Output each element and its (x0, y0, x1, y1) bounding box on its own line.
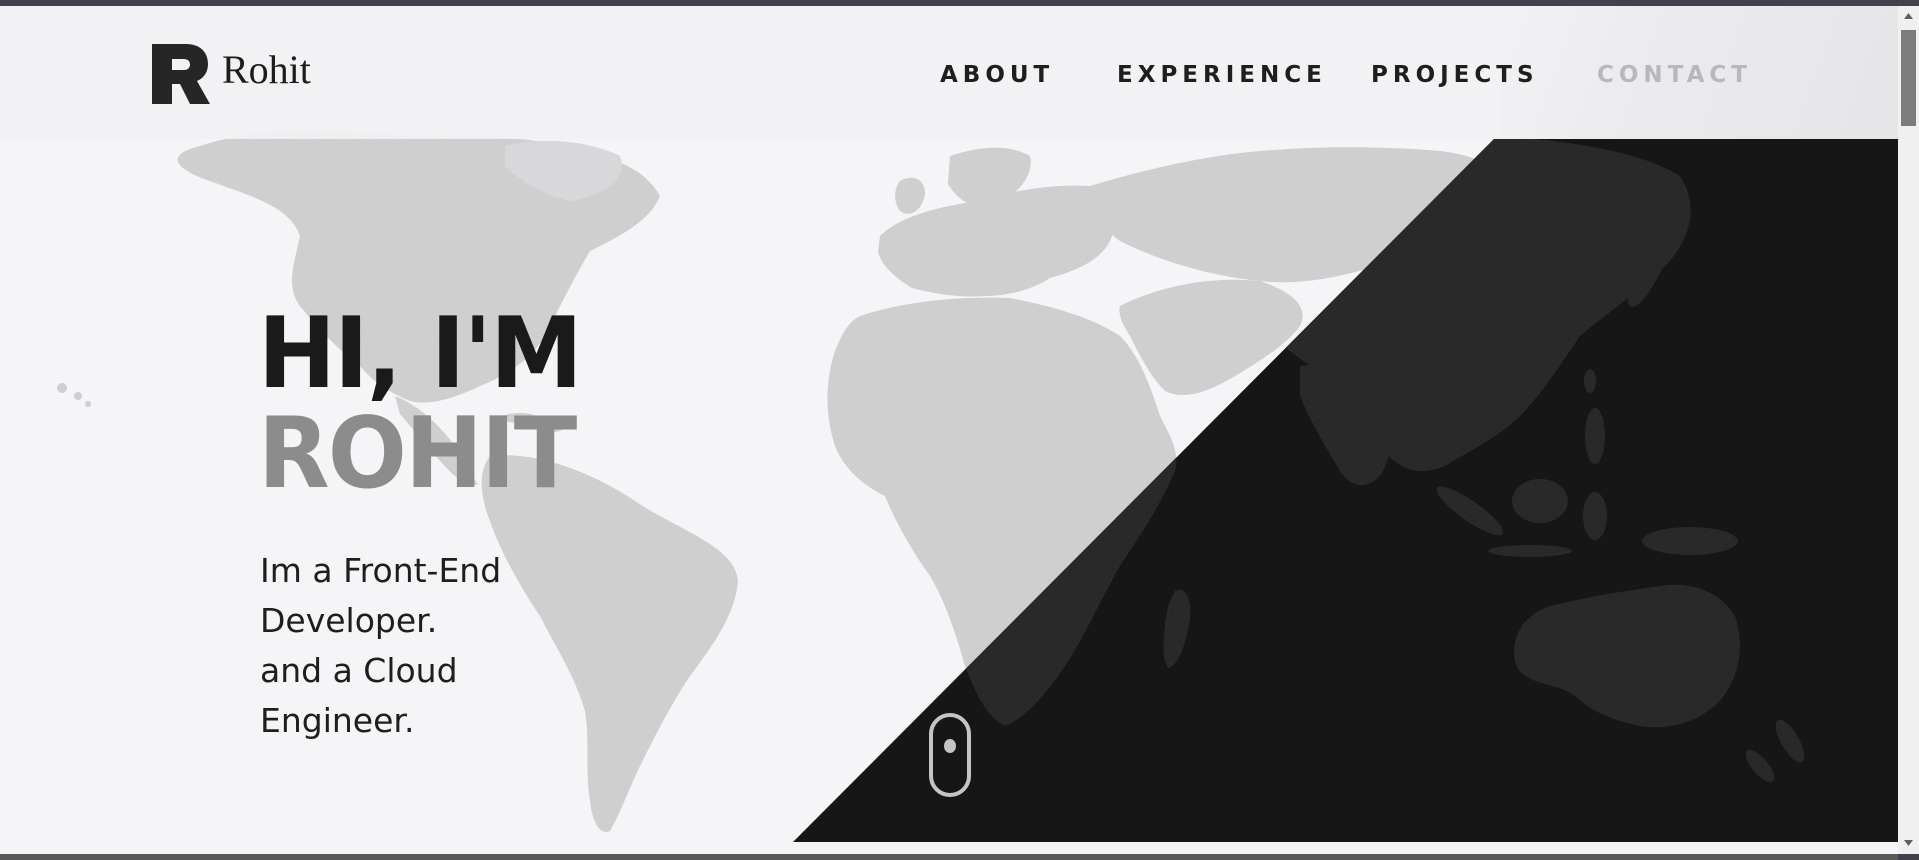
horizontal-scrollbar[interactable] (0, 854, 1898, 860)
vertical-scrollbar[interactable] (1898, 6, 1919, 854)
nav-link-experience[interactable]: EXPERIENCE (1117, 62, 1327, 88)
nav-link-contact[interactable]: CONTACT (1597, 62, 1752, 88)
java-shape (1488, 545, 1572, 557)
page-viewport: Rohit ABOUT EXPERIENCE PROJECTS CONTACT … (0, 6, 1898, 854)
borneo-shape (1512, 479, 1568, 523)
site-logo[interactable]: Rohit (150, 42, 311, 106)
tagline-line: and a Cloud (260, 651, 458, 690)
tagline-line: Engineer. (260, 701, 415, 740)
tagline-line: Im a Front-End (260, 551, 502, 590)
nav-link-about[interactable]: ABOUT (940, 62, 1054, 88)
logo-r-icon (152, 44, 210, 104)
mouse-scroll-icon[interactable] (928, 712, 972, 798)
hero-greeting: HI, I'M (258, 297, 583, 411)
hero-name: ROHIT (258, 397, 577, 511)
scrollbar-thumb[interactable] (1901, 30, 1916, 126)
sulawesi-shape (1583, 492, 1607, 540)
philippines-shape (1585, 408, 1605, 464)
tagline-line: Developer. (260, 601, 438, 640)
new-guinea-shape (1642, 527, 1738, 555)
logo-text: Rohit (222, 46, 311, 92)
nav-link-projects[interactable]: PROJECTS (1371, 62, 1539, 88)
hero-tagline: Im a Front-End Developer. and a Cloud En… (260, 546, 580, 746)
scroll-down-arrow-icon[interactable] (1898, 832, 1919, 853)
scroll-up-arrow-icon[interactable] (1898, 6, 1919, 27)
taiwan-shape (1584, 369, 1596, 393)
